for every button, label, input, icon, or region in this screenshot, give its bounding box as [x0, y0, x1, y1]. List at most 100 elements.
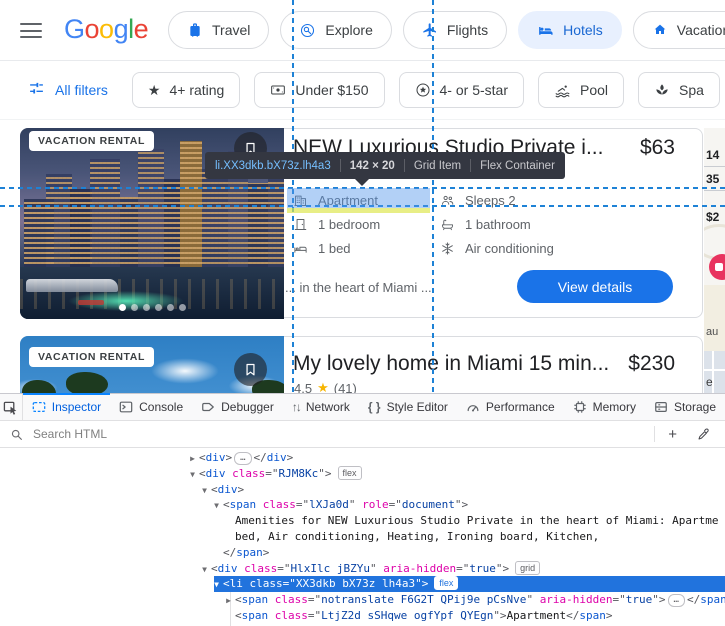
tree-line[interactable]: ▼<span class="lXJa0d" role="document"> — [0, 497, 725, 513]
google-hotels-page-with-devtools: Google Travel Explore Flights Hotels Vac… — [0, 0, 725, 626]
all-filters-label: All filters — [55, 82, 108, 98]
tree-line[interactable]: ▼<div class="RJM8Kc">flex — [0, 466, 725, 482]
bath-icon — [440, 217, 455, 232]
carousel-dot[interactable] — [167, 304, 174, 311]
code-token: =" — [308, 593, 321, 606]
devtools-tab-style-editor[interactable]: { } Style Editor — [359, 394, 457, 420]
tree-line[interactable]: <span class="LtjZ2d sSHqwe ogfYpf QYEgn"… — [0, 608, 725, 624]
search-html-input[interactable] — [31, 426, 648, 442]
code-token: =" — [265, 467, 278, 480]
amenity-sleeps-2: Sleeps 2 — [440, 193, 554, 208]
listing-photo[interactable]: VACATION RENTAL — [20, 336, 284, 393]
devtools-tab-network[interactable]: ↑↓ Network — [283, 394, 359, 420]
flex-badge[interactable]: flex — [434, 576, 458, 590]
carousel-dot[interactable] — [155, 304, 162, 311]
nav-pill-vacation-rentals[interactable]: Vacation rentals — [633, 11, 725, 49]
all-filters-button[interactable]: All filters — [28, 80, 108, 100]
carousel-dots[interactable] — [20, 304, 284, 311]
code-token: lXJa0d — [309, 498, 349, 511]
filter-chip-label: 4- or 5-star — [440, 82, 508, 98]
nav-pill-hotels[interactable]: Hotels — [518, 11, 622, 49]
devtools-tab-inspector[interactable]: Inspector — [23, 394, 110, 420]
spa-icon — [654, 82, 670, 98]
code-token — [256, 498, 263, 511]
nav-pill-explore[interactable]: Explore — [280, 11, 391, 49]
filter-chip-spa[interactable]: Spa — [638, 72, 720, 108]
add-node-button[interactable]: + — [661, 426, 684, 443]
carousel-dot[interactable] — [143, 304, 150, 311]
code-token: true — [469, 562, 496, 575]
grid-badge[interactable]: grid — [515, 561, 540, 575]
filter-chip-4-rating[interactable]: ★ 4+ rating — [132, 72, 240, 108]
nav-pill-label: Vacation rentals — [677, 22, 725, 38]
expand-arrow[interactable]: ▼ — [210, 498, 223, 514]
code-token: =" — [613, 593, 626, 606]
ellipsis-badge[interactable]: … — [234, 452, 251, 465]
search-icon — [8, 428, 25, 441]
devtools-tab-label: Inspector — [52, 400, 101, 414]
map-line — [704, 166, 725, 167]
carousel-dot[interactable] — [179, 304, 186, 311]
infobar-selector: li.XX3dkb.bX73z.lh4a3 — [215, 160, 331, 172]
code-token: div — [206, 451, 226, 464]
save-bookmark-button[interactable] — [234, 353, 267, 386]
view-details-button[interactable]: View details — [517, 270, 673, 303]
devtools-tab-console[interactable]: Console — [110, 394, 192, 420]
tree-line-selected[interactable]: ▼<li class="XX3dkb bX73z lh4a3">flex — [0, 576, 725, 592]
expand-arrow[interactable]: ▼ — [186, 467, 199, 483]
expand-arrow[interactable]: ▼ — [210, 577, 223, 593]
map-price-fragment: 35 — [706, 172, 719, 186]
map-area — [704, 285, 725, 351]
tree-line[interactable]: </span> — [0, 545, 725, 561]
tree-line[interactable]: bed, Air conditioning, Heating, Ironing … — [0, 529, 725, 545]
code-token: class — [275, 609, 308, 622]
map-deal-pin — [709, 254, 725, 280]
photo-building — [202, 169, 228, 269]
expand-arrow[interactable]: ▼ — [198, 483, 211, 499]
amenity-label: Apartment — [318, 193, 378, 208]
nav-pill-label: Explore — [325, 22, 372, 38]
filter-chip-pool[interactable]: Pool — [538, 72, 624, 108]
star-icon: ★ — [317, 380, 329, 393]
pick-element-button[interactable] — [0, 394, 23, 420]
braces-icon: { } — [368, 401, 381, 413]
storage-icon — [654, 400, 668, 414]
photo-building — [138, 149, 164, 269]
listing-price: $63 — [640, 136, 675, 160]
eyedropper-button[interactable] — [690, 428, 717, 441]
filter-chip-label: Pool — [580, 82, 608, 98]
expand-arrow[interactable]: ▼ — [198, 562, 211, 578]
devtools-tab-memory[interactable]: Memory — [564, 394, 645, 420]
code-token: "> — [496, 562, 509, 575]
debugger-icon — [201, 400, 215, 414]
filter-chip-4-or-5-star[interactable]: 4- or 5-star — [399, 72, 524, 108]
expand-arrow[interactable]: ▶ — [186, 451, 199, 467]
devtools-tab-performance[interactable]: Performance — [457, 394, 564, 420]
tree-line[interactable]: Amenities for NEW Luxurious Studio Priva… — [0, 513, 725, 529]
tree-line[interactable]: ▶<div>…</div> — [0, 450, 725, 466]
devtools-tab-debugger[interactable]: Debugger — [192, 394, 283, 420]
nav-pill-flights[interactable]: Flights — [403, 11, 507, 49]
filter-chip-row: ★ 4+ rating Under $150 4- or 5-star Pool… — [132, 72, 725, 108]
carousel-dot[interactable] — [131, 304, 138, 311]
code-token: span — [230, 498, 257, 511]
filter-chip-label: Under $150 — [295, 82, 368, 98]
filter-chip-under-150[interactable]: Under $150 — [254, 72, 384, 108]
listing-card[interactable]: VACATION RENTAL My lovely home in Miami … — [20, 336, 703, 393]
luggage-icon — [187, 22, 203, 38]
tree-line[interactable]: ▼<div> — [0, 482, 725, 498]
map-strip[interactable]: 14 35 $2 au e — [704, 128, 725, 393]
carousel-dot[interactable] — [119, 304, 126, 311]
devtools-tab-storage[interactable]: Storage — [645, 394, 725, 420]
expand-arrow[interactable]: ▶ — [222, 593, 235, 609]
menu-icon[interactable] — [20, 23, 42, 38]
tree-line[interactable]: ▶<span class="notranslate F6G2T QPij9e p… — [0, 592, 725, 608]
google-logo[interactable]: Google — [64, 14, 148, 45]
flex-badge[interactable]: flex — [338, 466, 362, 480]
code-token: =" — [277, 562, 290, 575]
listing-title[interactable]: My lovely home in Miami 15 min... — [293, 352, 609, 376]
tree-line[interactable]: ▼<div class="HlxIlc jBZYu" aria-hidden="… — [0, 561, 725, 577]
amenity-label: 1 bathroom — [465, 217, 531, 232]
ellipsis-badge[interactable]: … — [668, 594, 685, 607]
nav-pill-travel[interactable]: Travel — [168, 11, 269, 49]
